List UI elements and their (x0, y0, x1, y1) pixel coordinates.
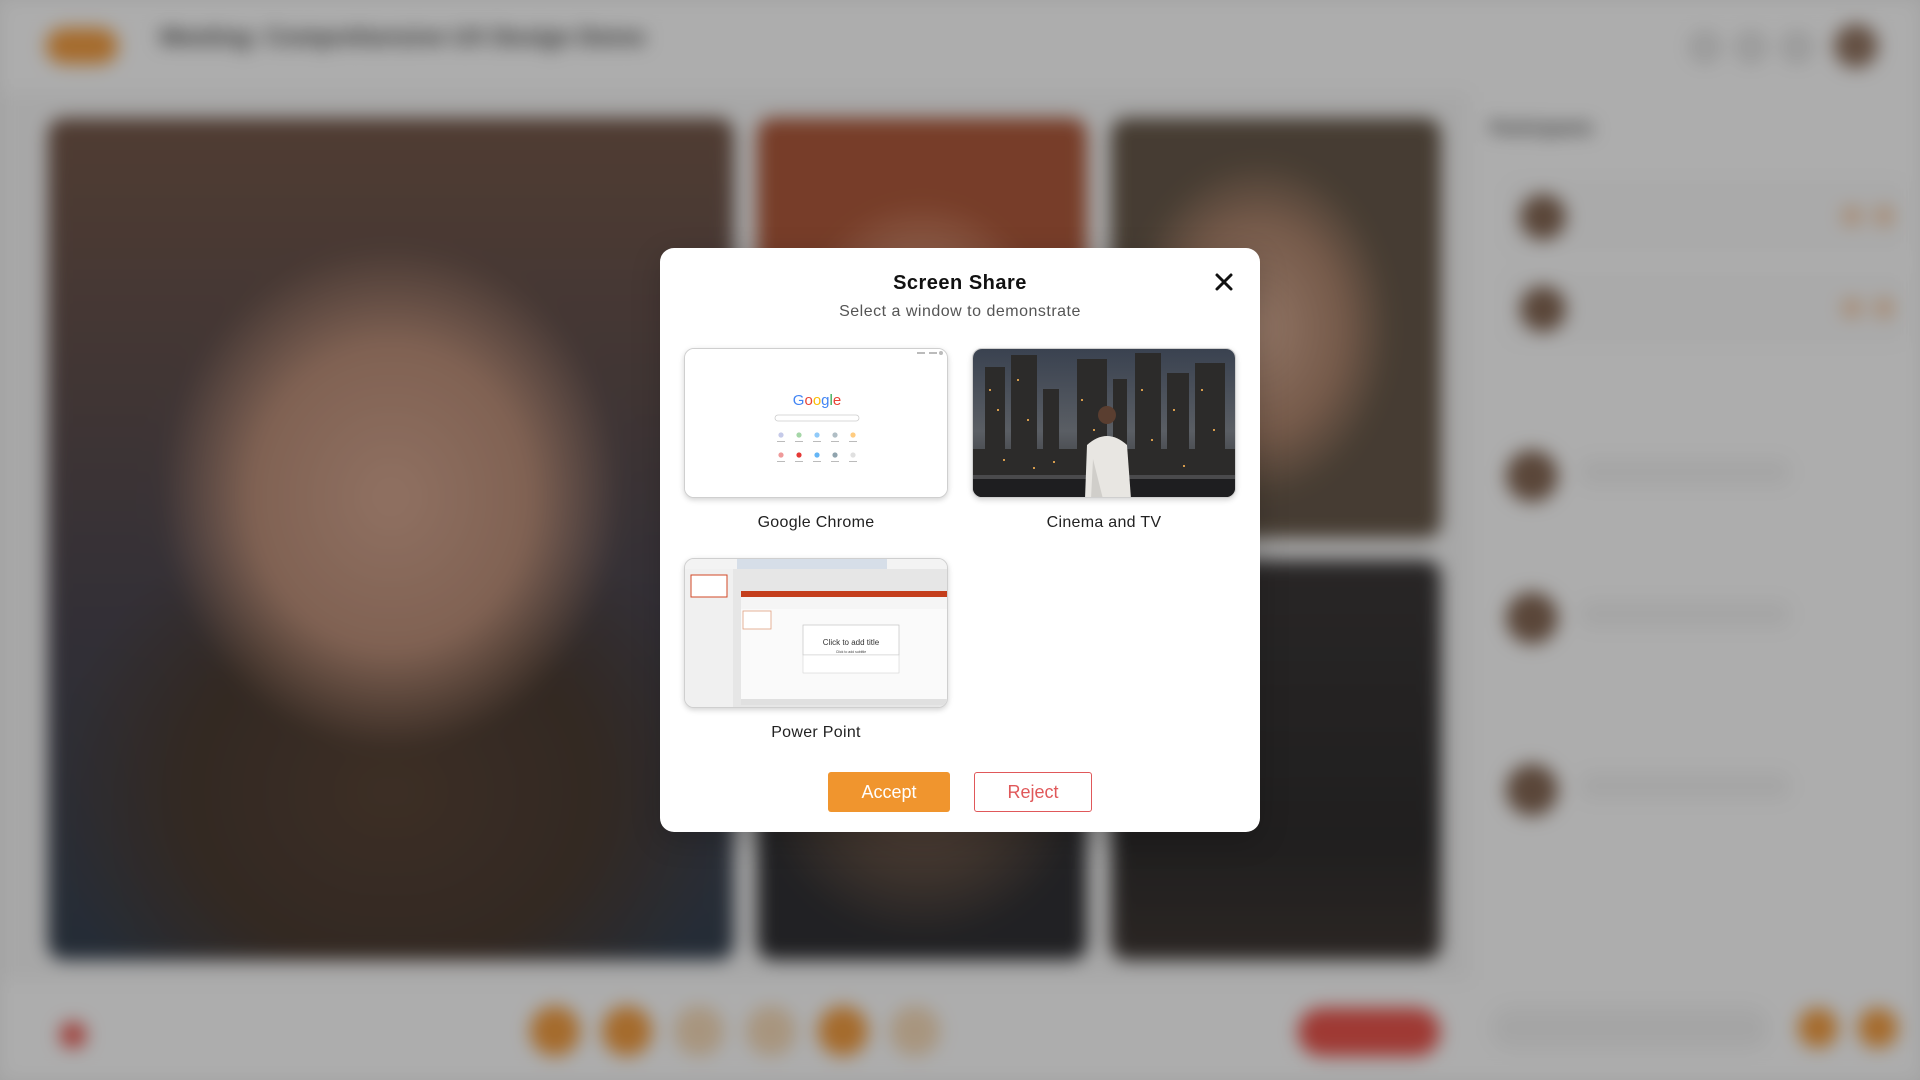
close-button[interactable] (1208, 266, 1240, 298)
chrome-window-thumbnail: Google (684, 348, 948, 498)
window-option-chrome[interactable]: Google Google Chrome (684, 348, 948, 532)
window-label: Google Chrome (757, 514, 875, 531)
cinema-window-thumbnail (972, 348, 1236, 498)
dialog-subtitle: Select a window to demonstrate (839, 303, 1081, 320)
powerpoint-window-thumbnail: Click to add title Click to add subtitle (684, 558, 948, 708)
window-label: Power Point (771, 724, 861, 741)
google-logo: Google (793, 392, 841, 409)
ppt-title-placeholder: Click to add title (823, 638, 880, 647)
window-label: Cinema and TV (1046, 514, 1162, 531)
ppt-subtitle-placeholder: Click to add subtitle (836, 650, 866, 654)
screen-share-dialog: Screen Share Select a window to demonstr… (660, 248, 1260, 832)
dialog-title: Screen Share (893, 272, 1027, 294)
window-option-powerpoint[interactable]: Click to add title Click to add subtitle… (684, 558, 948, 742)
accept-button[interactable]: Accept (828, 772, 950, 812)
window-option-cinema[interactable]: Cinema and TV (972, 348, 1236, 532)
close-icon (1215, 273, 1233, 291)
reject-button[interactable]: Reject (974, 772, 1092, 812)
